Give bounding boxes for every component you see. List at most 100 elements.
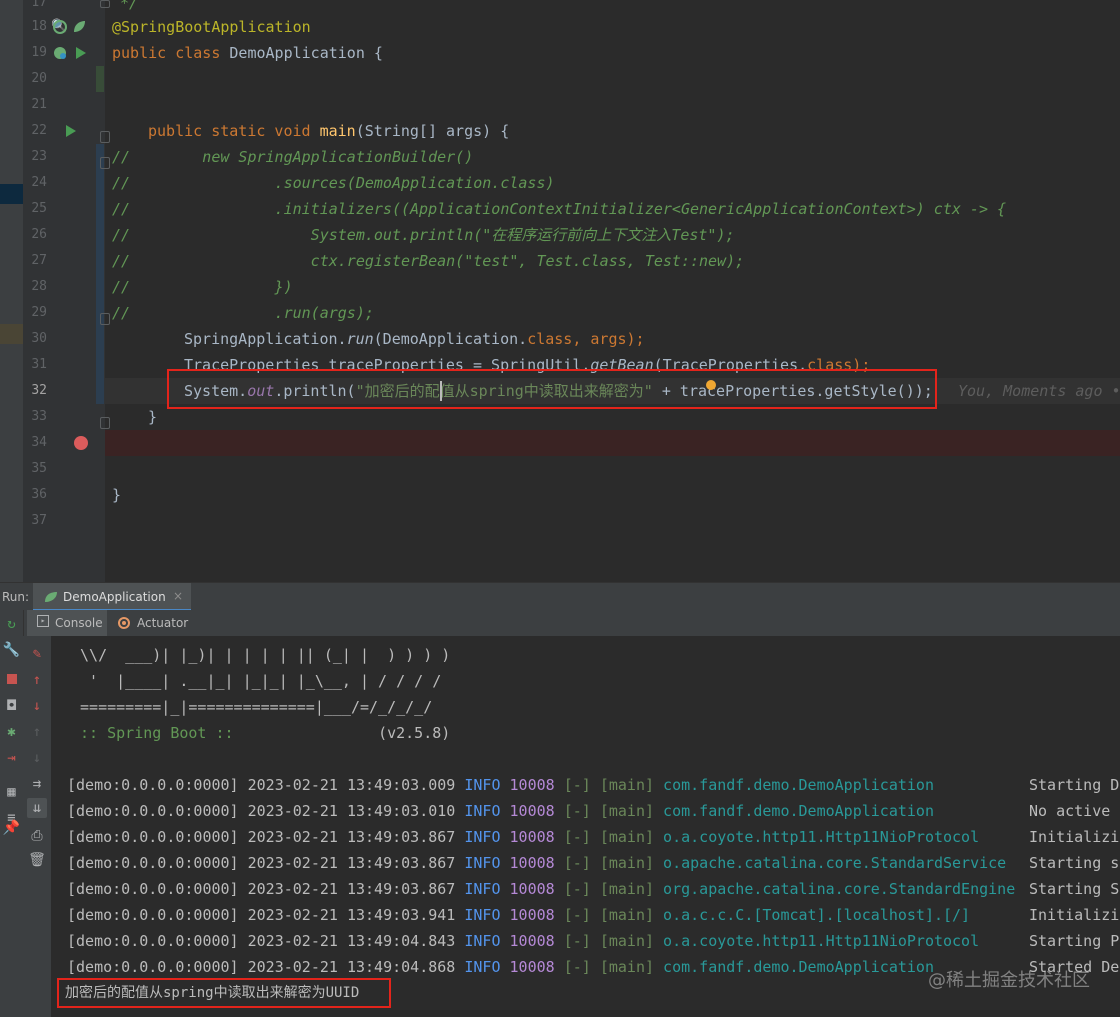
run-gutter-icon[interactable] <box>75 46 87 60</box>
line-number: 19 <box>31 45 47 60</box>
console-icon: ▸ <box>37 615 49 627</box>
log-pid: 10008 <box>509 828 555 846</box>
params: (String[] args) { <box>355 122 510 140</box>
spring-leaf-icon[interactable] <box>71 19 87 35</box>
vcs-change-marker[interactable] <box>96 66 104 92</box>
breakpoint-line-highlight <box>105 430 1120 456</box>
log-logger: com.fandf.demo.DemoApplication <box>663 958 934 976</box>
log-dash: [-] <box>563 802 591 820</box>
code-line-29[interactable]: // .run(args); <box>112 300 374 326</box>
clear-icon[interactable]: ✎ <box>23 646 51 662</box>
log-level: INFO <box>464 906 501 924</box>
trash-icon[interactable]: 🗑 <box>23 852 51 868</box>
strip-marker <box>0 324 23 344</box>
log-dash: [-] <box>563 880 591 898</box>
line-number: 23 <box>31 149 47 164</box>
fold-icon[interactable] <box>100 131 110 143</box>
git-blame-inlay[interactable]: You, Moments ago • <box>958 378 1120 404</box>
log-thread: [main] <box>599 776 655 794</box>
code-line-27[interactable]: // ctx.registerBean("test", Test.class, … <box>112 248 744 274</box>
log-level: INFO <box>464 802 501 820</box>
log-prefix: [demo:0.0.0.0:0000] 2023-02-21 13:49:04.… <box>67 932 456 950</box>
up-disabled-icon: ↑ <box>32 724 42 740</box>
down-disabled-icon: ↓ <box>32 750 42 766</box>
soft-wrap-icon[interactable]: ⇉ <box>23 776 51 792</box>
code-line-36[interactable]: } <box>112 482 121 508</box>
code-line-30[interactable]: SpringApplication.run(DemoApplication.cl… <box>184 326 645 352</box>
line-number: 24 <box>31 175 47 190</box>
vcs-change-marker[interactable] <box>96 144 104 404</box>
log-pid: 10008 <box>509 932 555 950</box>
code-line-24[interactable]: // .sources(DemoApplication.class) <box>112 170 555 196</box>
bug-icon[interactable]: ✱ <box>0 724 23 740</box>
log-thread: [main] <box>599 854 655 872</box>
line-number: 36 <box>31 487 47 502</box>
run-subtabs: ▸ Console Actuator <box>23 610 1120 637</box>
keyword: public <box>112 44 167 62</box>
log-logger: org.apache.catalina.core.StandardEngine <box>663 880 1016 898</box>
log-level: INFO <box>464 776 501 794</box>
up-arrow-icon[interactable]: ↑ <box>23 672 51 688</box>
log-message: Starting S <box>1029 880 1120 898</box>
camera-icon[interactable]: ◘ <box>0 698 23 714</box>
log-thread: [main] <box>599 958 655 976</box>
banner-line: =========|_|==============|___/=/_/_/_/ <box>71 698 433 716</box>
close-icon[interactable]: × <box>173 589 183 603</box>
spring-boot-label: :: Spring Boot :: <box>71 724 234 742</box>
tab-console[interactable]: ▸ Console <box>27 610 107 636</box>
code-line-22[interactable]: public static void main(String[] args) { <box>148 118 509 144</box>
tab-label: Actuator <box>137 616 189 630</box>
code-line-18[interactable]: @SpringBootApplication <box>112 14 311 40</box>
keyword: class <box>175 44 221 62</box>
log-message: Starting D <box>1029 776 1120 794</box>
code-line-25[interactable]: // .initializers((ApplicationContextInit… <box>112 196 1006 222</box>
tab-actuator[interactable]: Actuator <box>115 610 195 636</box>
pin-icon[interactable]: 📌 <box>0 820 23 836</box>
fold-icon[interactable] <box>100 0 110 8</box>
stop-icon[interactable] <box>0 672 23 688</box>
fold-icon[interactable] <box>100 157 110 169</box>
log-level: INFO <box>464 880 501 898</box>
breakpoint-icon[interactable] <box>73 435 89 451</box>
scroll-to-end-icon[interactable]: ⇊ <box>23 798 51 818</box>
wrench-icon[interactable]: 🔧 <box>0 642 23 658</box>
banner-line: \\/ ___)| |_)| | | | | || (_| | ) ) ) ) <box>71 646 451 664</box>
log-logger: o.a.coyote.http11.Http11NioProtocol <box>663 828 980 846</box>
log-line: [demo:0.0.0.0:0000] 2023-02-21 13:49:03.… <box>67 798 934 824</box>
log-line: [demo:0.0.0.0:0000] 2023-02-21 13:49:03.… <box>67 824 979 850</box>
tab-label: Console <box>55 616 103 630</box>
log-logger: o.a.c.c.C.[Tomcat].[localhost].[/] <box>663 906 971 924</box>
fold-icon[interactable] <box>100 313 110 325</box>
down-arrow-icon[interactable]: ↓ <box>23 698 51 714</box>
exit-icon[interactable]: ⇥ <box>0 750 23 766</box>
log-thread: [main] <box>599 880 655 898</box>
run-main-gutter-icon[interactable] <box>65 124 77 138</box>
code-line-33[interactable]: } <box>148 404 157 430</box>
log-dash: [-] <box>563 932 591 950</box>
print-icon[interactable]: ⎙ <box>23 828 51 844</box>
log-logger: o.a.coyote.http11.Http11NioProtocol <box>663 932 980 950</box>
spring-boot-app-icon[interactable] <box>52 45 68 61</box>
log-message: No active <box>1029 802 1111 820</box>
log-line: [demo:0.0.0.0:0000] 2023-02-21 13:49:03.… <box>67 772 934 798</box>
run-config-tab[interactable]: DemoApplication × <box>33 583 191 611</box>
log-level: INFO <box>464 932 501 950</box>
line-number: 34 <box>31 435 47 450</box>
code-line-19[interactable]: public class DemoApplication { <box>112 40 383 66</box>
code-line-28[interactable]: // }) <box>112 274 293 300</box>
code-line-23[interactable]: // new SpringApplicationBuilder() <box>112 144 473 170</box>
fold-icon[interactable] <box>100 417 110 429</box>
layout-icon[interactable]: ▦ <box>0 784 23 800</box>
run-tab-title: DemoApplication <box>63 590 166 604</box>
code-line-26[interactable]: // System.out.println("在程序运行前向上下文注入Test"… <box>112 222 735 248</box>
console-output[interactable]: \\/ ___)| |_)| | | | | || (_| | ) ) ) ) … <box>51 636 1120 1017</box>
line-number: 25 <box>31 201 47 216</box>
rerun-icon[interactable]: ↻ <box>0 616 23 632</box>
log-level: INFO <box>464 958 501 976</box>
log-pid: 10008 <box>509 776 555 794</box>
spring-boot-icon[interactable] <box>52 19 68 35</box>
spring-boot-version: (v2.5.8) <box>378 724 451 742</box>
log-logger: o.apache.catalina.core.StandardService <box>663 854 1007 872</box>
log-level: INFO <box>464 854 501 872</box>
line-number: 21 <box>31 97 47 112</box>
